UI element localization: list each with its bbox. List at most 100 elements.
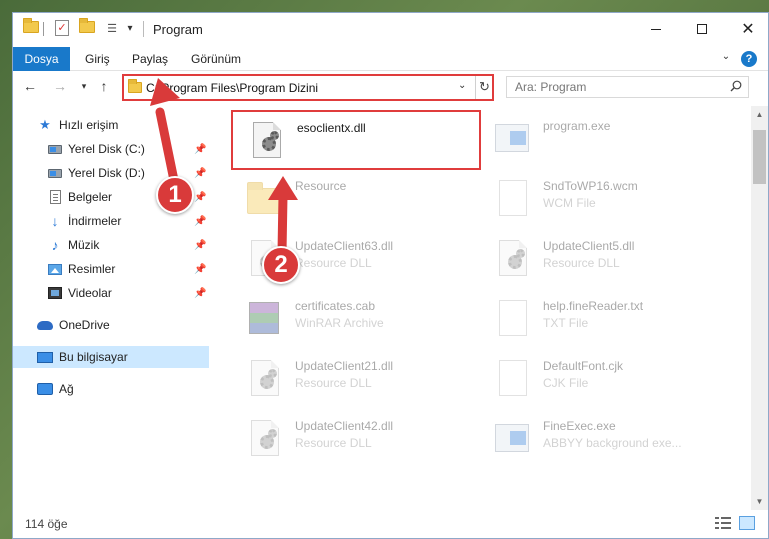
tab-file[interactable]: Dosya xyxy=(13,47,70,71)
minimize-icon xyxy=(651,28,661,30)
sidebar-item-label: İndirmeler xyxy=(68,214,122,228)
dll-file-icon xyxy=(247,420,283,460)
chevron-down-icon[interactable]: ⌄ xyxy=(719,51,733,62)
chevron-down-icon[interactable]: ▾ xyxy=(125,20,135,36)
close-icon: ✕ xyxy=(741,21,755,38)
tiles-view-icon[interactable] xyxy=(739,516,755,530)
file-name: esoclientx.dll xyxy=(297,121,366,135)
file-type: TXT File xyxy=(543,316,589,330)
search-placeholder: Ara: Program xyxy=(515,80,587,94)
back-arrow-icon[interactable]: ← xyxy=(21,77,39,95)
sidebar-item-label: Ağ xyxy=(59,382,74,396)
exe-file-icon xyxy=(495,120,531,160)
drive-icon xyxy=(47,166,63,180)
star-icon: ★ xyxy=(39,117,51,132)
file-type: Resource DLL xyxy=(295,436,372,450)
vertical-scrollbar[interactable]: ▲ ▼ xyxy=(751,106,768,510)
sidebar-item-network[interactable]: Ağ xyxy=(13,378,209,400)
drive-icon xyxy=(47,142,63,156)
help-icon[interactable]: ? xyxy=(741,51,757,67)
file-name: UpdateClient21.dll xyxy=(295,359,394,373)
dll-file-icon xyxy=(249,122,285,162)
file-item-updateclient42-dll[interactable]: UpdateClient42.dll Resource DLL xyxy=(231,410,471,466)
sidebar-item-pictures[interactable]: Resimler 📌 xyxy=(13,258,209,280)
scrollbar-thumb[interactable] xyxy=(753,130,766,184)
pin-icon[interactable]: 📌 xyxy=(194,264,206,275)
maximize-button[interactable] xyxy=(679,13,725,45)
refresh-button[interactable]: ↻ xyxy=(475,76,493,99)
file-name: Resource xyxy=(295,179,347,193)
window-title: Program xyxy=(153,22,203,37)
sidebar-item-label: Yerel Disk (D:) xyxy=(68,166,145,180)
address-path[interactable]: C:\Program Files\Program Dizini xyxy=(146,81,318,95)
minimize-button[interactable] xyxy=(633,13,679,45)
divider xyxy=(43,22,44,36)
dll-file-icon xyxy=(247,360,283,400)
file-item-sndtowp16-wcm[interactable]: SndToWP16.wcm WCM File xyxy=(479,170,719,226)
file-item-defaultfont-cjk[interactable]: DefaultFont.cjk CJK File xyxy=(479,350,719,406)
file-name: UpdateClient42.dll xyxy=(295,419,394,433)
folder-icon xyxy=(128,79,142,93)
tab-home[interactable]: Giriş xyxy=(75,47,120,71)
file-type: CJK File xyxy=(543,376,589,390)
sidebar-item-quick-access[interactable]: ★ Hızlı erişim xyxy=(13,114,209,136)
file-type: WCM File xyxy=(543,196,596,210)
file-item-help-finereader-txt[interactable]: help.fineReader.txt TXT File xyxy=(479,290,719,346)
tab-share[interactable]: Paylaş xyxy=(122,47,178,71)
view-icon[interactable]: ☰ xyxy=(105,20,119,36)
pin-icon[interactable]: 📌 xyxy=(194,216,206,227)
sidebar-item-local-disk-c[interactable]: Yerel Disk (C:) 📌 xyxy=(13,138,209,160)
cloud-icon xyxy=(37,318,53,332)
video-icon xyxy=(47,286,63,300)
search-input[interactable]: Ara: Program xyxy=(506,76,749,98)
file-type: Resource DLL xyxy=(295,376,372,390)
music-icon: ♪ xyxy=(51,237,59,253)
step-badge-2: 2 xyxy=(262,246,300,284)
sidebar-item-label: Hızlı erişim xyxy=(59,118,119,132)
file-item-resource-folder[interactable]: Resource xyxy=(231,170,471,226)
scroll-up-icon[interactable]: ▲ xyxy=(751,106,768,123)
chevron-down-icon[interactable]: ⌄ xyxy=(458,80,466,91)
address-bar[interactable]: C:\Program Files\Program Dizini ⌄ ↻ xyxy=(122,74,494,101)
computer-icon xyxy=(37,350,53,364)
file-item-updateclient21-dll[interactable]: UpdateClient21.dll Resource DLL xyxy=(231,350,471,406)
pin-icon[interactable]: 📌 xyxy=(194,192,206,203)
file-type: ABBYY background exe... xyxy=(543,436,682,450)
sidebar-item-videos[interactable]: Videolar 📌 xyxy=(13,282,209,304)
maximize-icon xyxy=(697,24,707,34)
properties-icon[interactable]: ✓ xyxy=(55,20,69,36)
sidebar-item-this-pc[interactable]: Bu bilgisayar xyxy=(13,346,209,368)
file-item-program-exe[interactable]: program.exe xyxy=(479,110,719,166)
scroll-down-icon[interactable]: ▼ xyxy=(751,493,768,510)
blank-file-icon xyxy=(495,360,531,400)
file-item-fineexec-exe[interactable]: FineExec.exe ABBYY background exe... xyxy=(479,410,719,466)
dll-file-icon xyxy=(495,240,531,280)
file-type: Resource DLL xyxy=(543,256,620,270)
divider xyxy=(143,21,144,37)
file-item-updateclient5-dll[interactable]: UpdateClient5.dll Resource DLL xyxy=(479,230,719,286)
file-type: Resource DLL xyxy=(295,256,372,270)
sidebar-item-music[interactable]: ♪ Müzik 📌 xyxy=(13,234,209,256)
pin-icon[interactable]: 📌 xyxy=(194,168,206,179)
pin-icon[interactable]: 📌 xyxy=(194,144,206,155)
sidebar-item-label: Müzik xyxy=(68,238,100,252)
file-name: help.fineReader.txt xyxy=(543,299,644,313)
file-item-certificates-cab[interactable]: certificates.cab WinRAR Archive xyxy=(231,290,471,346)
folder-icon xyxy=(247,180,283,220)
title-bar: ✓ ☰ ▾ Program ✕ xyxy=(13,13,768,47)
sidebar-item-onedrive[interactable]: OneDrive xyxy=(13,314,209,336)
details-view-icon[interactable] xyxy=(715,517,731,529)
up-arrow-icon[interactable]: ↑ xyxy=(95,77,113,95)
search-icon[interactable] xyxy=(730,80,742,92)
archive-icon xyxy=(247,300,283,340)
pin-icon[interactable]: 📌 xyxy=(194,240,206,251)
tab-view[interactable]: Görünüm xyxy=(181,47,251,71)
chevron-down-icon[interactable]: ▾ xyxy=(75,77,93,95)
file-item-esoclientx-dll[interactable]: esoclientx.dll xyxy=(231,110,481,170)
status-bar: 114 öğe xyxy=(13,510,768,538)
forward-arrow-icon[interactable]: → xyxy=(51,77,69,95)
pin-icon[interactable]: 📌 xyxy=(194,288,206,299)
new-folder-icon[interactable] xyxy=(79,18,95,34)
close-button[interactable]: ✕ xyxy=(725,13,768,45)
pictures-icon xyxy=(47,262,63,276)
